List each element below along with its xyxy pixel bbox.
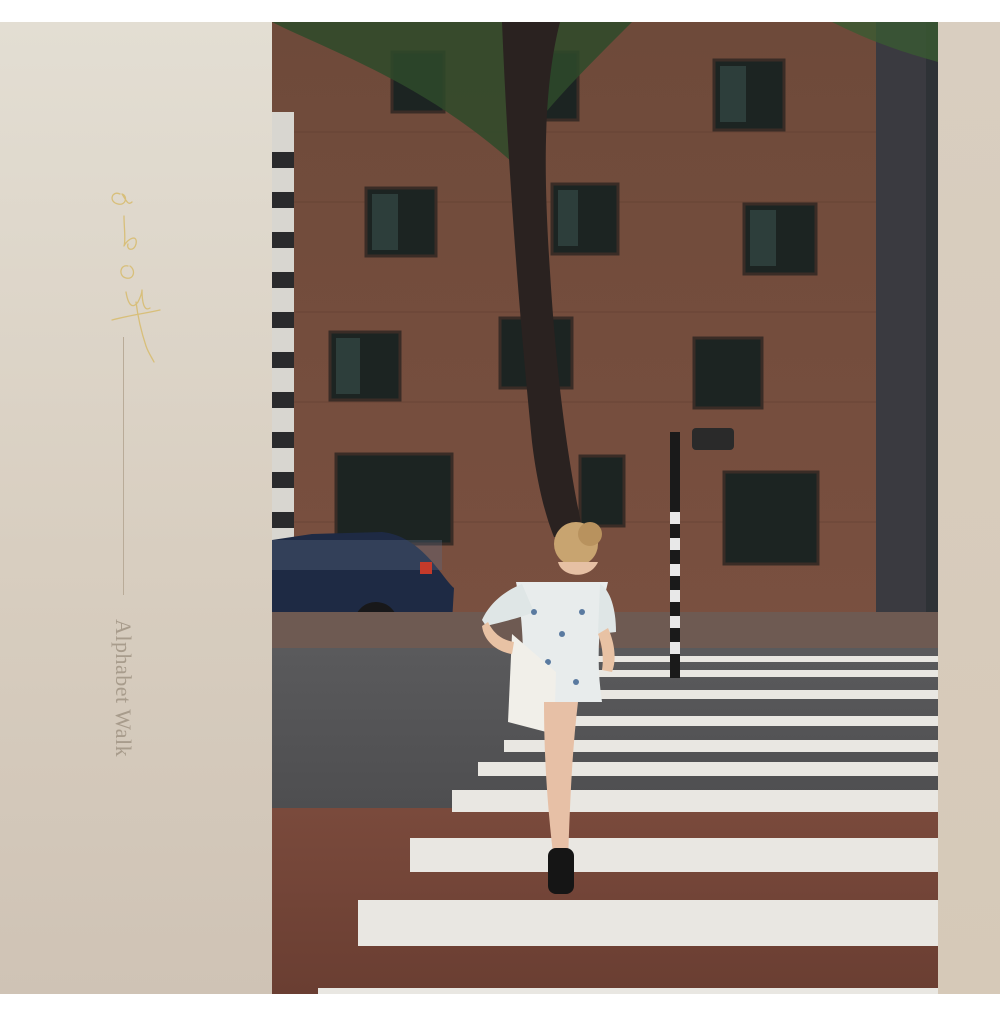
- about-script-logo: [98, 172, 178, 372]
- vertical-title: Alphabet Walk: [111, 619, 136, 758]
- street-crossing-image: [272, 22, 938, 994]
- about-script-icon: [111, 192, 161, 363]
- divider-line: [123, 337, 124, 595]
- content-panel: Alphabet Walk: [0, 22, 1000, 994]
- sidebar: Alphabet Walk: [0, 22, 272, 994]
- right-margin: [938, 22, 1000, 994]
- street-photo: [272, 22, 938, 994]
